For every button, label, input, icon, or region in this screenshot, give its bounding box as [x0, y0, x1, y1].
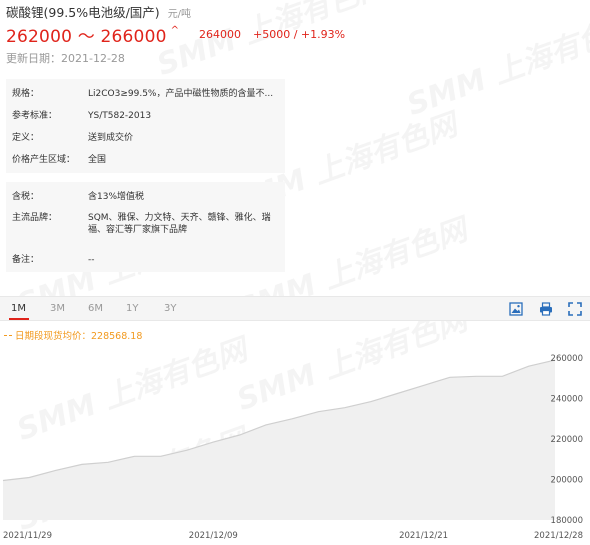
price-change: +5000 / +1.93% [253, 27, 346, 41]
info-key: 主流品牌： [12, 213, 58, 223]
info-value: 全国 [88, 155, 107, 165]
brand-info-box: 含税： 含13%增值税 主流品牌： SQM、雅保、力文特、天齐、赣锋、雅化、瑞福… [6, 182, 285, 272]
info-value: -- [88, 255, 95, 265]
product-title-row: 碳酸锂(99.5%电池级/国产) 元/吨 [6, 2, 192, 20]
info-row-definition: 定义： 送到成交价 [6, 127, 285, 149]
print-icon[interactable] [539, 302, 553, 316]
y-tick-label: 200000 [551, 476, 583, 486]
info-key: 含税： [12, 192, 40, 202]
info-key: 参考标准： [12, 111, 58, 121]
info-key: 定义： [12, 133, 40, 143]
average-price: 264000 [199, 27, 241, 41]
info-value: Li2CO3≥99.5%，产品中磁性物质的含量不... [88, 89, 274, 99]
info-row-tax: 含税： 含13%增值税 [6, 186, 285, 208]
y-tick-label: 180000 [551, 516, 583, 526]
info-row-spec: 规格： Li2CO3≥99.5%，产品中磁性物质的含量不... [6, 83, 285, 105]
y-tick-label: 240000 [551, 395, 583, 405]
info-value: YS/T582-2013 [88, 111, 152, 121]
time-range-tabs: 1M 3M 6M 1Y 3Y [0, 296, 590, 321]
price-up-icon: ^ [170, 24, 179, 36]
watermark: SMM 上海有色网 [400, 0, 590, 124]
info-row-brands: 主流品牌： SQM、雅保、力文特、天齐、赣锋、雅化、瑞福、容汇等厂家旗下品牌 [6, 208, 285, 248]
tab-3m[interactable]: 3M [50, 297, 65, 321]
tab-3y[interactable]: 3Y [164, 297, 176, 321]
price-chart[interactable]: 180000 200000 220000 240000 260000 2021/11/2… [0, 340, 590, 545]
fullscreen-icon[interactable] [568, 302, 582, 316]
info-key: 备注： [12, 255, 40, 265]
info-value: SQM、雅保、力文特、天齐、赣锋、雅化、瑞福、容汇等厂家旗下品牌 [88, 213, 271, 235]
price-range: 262000 ～ 266000 [6, 26, 167, 47]
price-area [3, 360, 555, 520]
spec-info-box: 规格： Li2CO3≥99.5%，产品中磁性物质的含量不... 参考标准： YS… [6, 79, 285, 173]
info-row-note: 备注： -- [6, 250, 285, 270]
info-key: 规格： [12, 89, 40, 99]
tab-1y[interactable]: 1Y [126, 297, 138, 321]
x-tick-label: 2021/12/21 [399, 531, 448, 541]
info-key: 价格产生区域： [12, 155, 76, 165]
price-row: 262000 ～ 266000 ^ 264000 +5000 / +1.93% [6, 22, 346, 47]
y-tick-label: 220000 [551, 435, 583, 445]
x-tick-label: 2021/12/09 [189, 531, 238, 541]
price-unit: 元/吨 [167, 9, 192, 20]
info-value: 送到成交价 [88, 133, 134, 143]
x-tick-label: 2021/11/29 [3, 531, 52, 541]
tab-6m[interactable]: 6M [88, 297, 103, 321]
info-row-standard: 参考标准： YS/T582-2013 [6, 105, 285, 127]
info-value: 含13%增值税 [88, 192, 145, 202]
update-date: 更新日期：2021-12-28 [6, 52, 125, 65]
legend-swatch [4, 334, 12, 336]
product-name: 碳酸锂(99.5%电池级/国产) [6, 5, 160, 20]
image-save-icon[interactable] [509, 302, 523, 316]
x-tick-label: 2021/12/28 [534, 531, 583, 541]
active-tab-indicator [9, 318, 29, 320]
y-tick-label: 260000 [551, 354, 583, 364]
info-row-region: 价格产生区域： 全国 [6, 149, 285, 171]
